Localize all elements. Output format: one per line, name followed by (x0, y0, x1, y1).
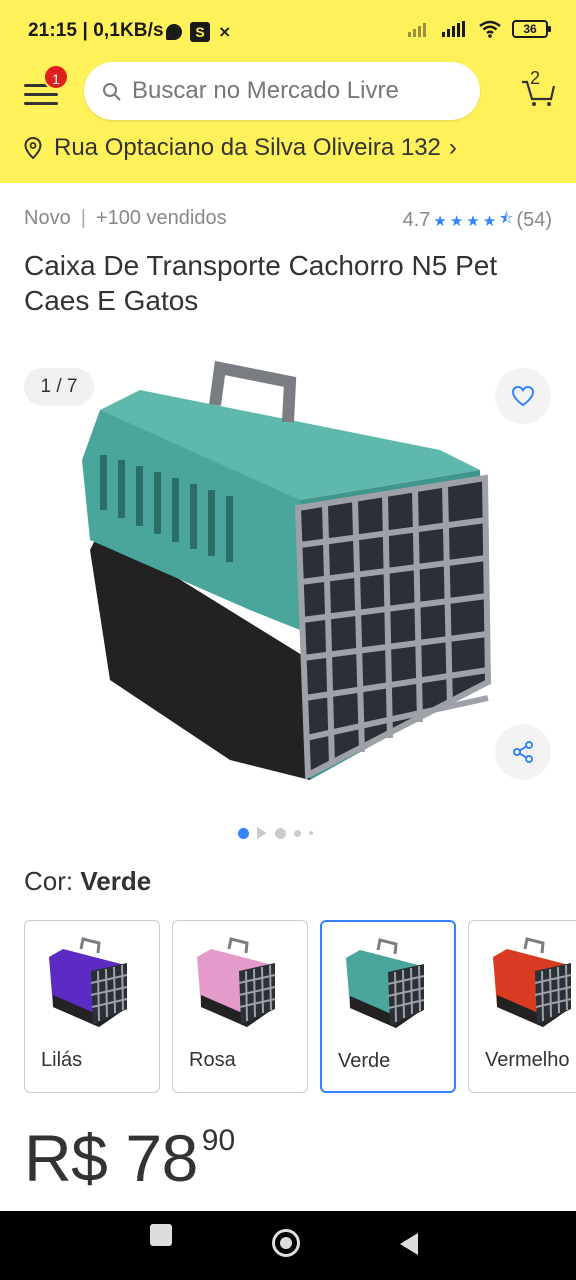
share-icon (513, 741, 533, 763)
status-bar: 21:15 | 0,1KB/s S ⨯ 36 (0, 0, 576, 60)
condition: Novo (24, 207, 71, 229)
gallery-pagination (238, 827, 313, 839)
home-button[interactable] (272, 1229, 300, 1257)
star-icon: ★ (482, 212, 497, 230)
pagination-dot[interactable] (275, 827, 286, 839)
color-variants: Lilás Rosa Verde Vermelho (24, 920, 576, 1094)
variant-thumbnail (346, 938, 425, 1028)
review-count: (54) (516, 209, 552, 231)
color-label-prefix: Cor: (24, 866, 74, 896)
play-video-icon[interactable] (257, 827, 267, 839)
sold-count: +100 vendidos (95, 207, 227, 229)
variant-vermelho[interactable]: Vermelho (468, 920, 576, 1093)
pagination-dot[interactable] (309, 831, 313, 835)
price-currency: R$ (24, 1121, 108, 1195)
address-text: Rua Optaciano da Silva Oliveira 132 (54, 134, 441, 161)
search-icon (103, 83, 121, 101)
status-time: 21:15 | 0,1KB/s (28, 20, 164, 41)
heart-icon (511, 385, 535, 407)
x-app-icon: ⨯ (218, 24, 232, 41)
price: R$ 78 90 (24, 1118, 235, 1198)
star-icon: ★ (433, 212, 447, 230)
address-bar[interactable]: Rua Optaciano da Silva Oliveira 132 › (24, 132, 457, 164)
share-button[interactable] (495, 724, 551, 780)
status-left-icons: S ⨯ (166, 22, 231, 42)
signal-icon (442, 21, 465, 37)
star-icon: ★ (466, 212, 480, 230)
chat-notification-icon (166, 24, 182, 40)
color-label: Cor: Verde (24, 866, 151, 897)
selected-color: Verde (80, 866, 152, 896)
rating-value: 4.7 (402, 209, 431, 231)
meta-separator: | (80, 207, 86, 229)
variant-label: Lilás (41, 1049, 83, 1071)
product-meta: Novo | +100 vendidos (24, 207, 227, 230)
price-cents: 90 (201, 1124, 236, 1157)
variant-rosa[interactable]: Rosa (172, 920, 308, 1093)
variant-label: Vermelho (485, 1049, 570, 1071)
star-icon: ★ (449, 212, 464, 230)
search-input[interactable]: Buscar no Mercado Livre (84, 62, 480, 120)
s-app-icon: S (190, 22, 210, 42)
header: 21:15 | 0,1KB/s S ⨯ 36 1 Buscar no Merca… (0, 0, 576, 183)
back-button[interactable] (400, 1233, 418, 1255)
wifi-icon (479, 20, 501, 38)
product-image[interactable] (70, 360, 500, 800)
variant-thumbnail (493, 937, 572, 1027)
chevron-right-icon: › (448, 134, 457, 161)
image-counter: 1 / 7 (24, 368, 94, 406)
battery-icon: 36 (512, 20, 551, 38)
recent-apps-button[interactable] (150, 1224, 172, 1246)
variant-label: Rosa (189, 1049, 236, 1071)
rating-summary[interactable]: 4.7 ★ ★ ★ ★ ⯪ (54) (403, 208, 552, 233)
signal-weak-icon (408, 23, 426, 37)
variant-label: Verde (338, 1050, 391, 1072)
search-placeholder: Buscar no Mercado Livre (132, 77, 399, 104)
favorite-button[interactable] (495, 368, 551, 424)
variant-lilas[interactable]: Lilás (24, 920, 160, 1093)
variant-thumbnail (197, 937, 276, 1027)
notification-badge: 1 (43, 64, 69, 90)
variant-thumbnail (49, 937, 128, 1027)
location-pin-icon (24, 137, 42, 159)
installments-peek (80, 1196, 300, 1212)
price-integer: 78 (125, 1121, 198, 1195)
pagination-dot-active[interactable] (238, 827, 249, 839)
status-right-icons: 36 (408, 20, 551, 38)
variant-verde[interactable]: Verde (320, 920, 456, 1093)
half-star-icon: ⯪ (499, 210, 514, 227)
product-title: Caixa De Transporte Cachorro N5 Pet Caes… (24, 250, 498, 316)
pagination-dot[interactable] (294, 829, 301, 837)
cart-count: 2 (530, 68, 541, 88)
